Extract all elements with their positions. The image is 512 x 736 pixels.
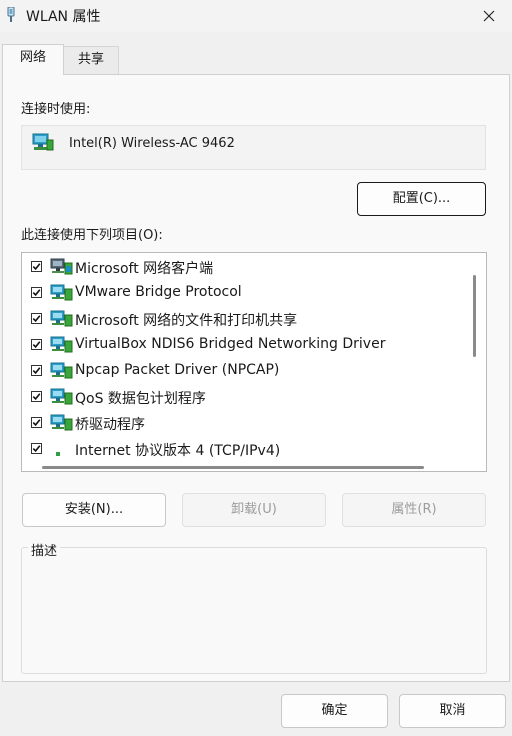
network-service-icon — [50, 309, 74, 329]
adapter-name: Intel(R) Wireless-AC 9462 — [69, 136, 235, 151]
connect-using-label: 连接时使用: — [21, 102, 91, 117]
network-service-icon — [50, 283, 74, 303]
vertical-scrollbar[interactable] — [473, 275, 476, 357]
item-checkbox[interactable] — [31, 339, 42, 350]
item-checkbox[interactable] — [31, 261, 42, 272]
item-label: Internet 协议版本 4 (TCP/IPv4) — [75, 443, 281, 459]
horizontal-scrollbar[interactable] — [42, 466, 424, 469]
network-client-icon — [50, 257, 74, 277]
network-adapter-icon — [32, 133, 54, 151]
network-service-icon — [50, 387, 74, 407]
component-list[interactable]: Microsoft 网络客户端 VMware Bridge Protocol Mic… — [21, 252, 487, 472]
item-label: Microsoft 网络的文件和打印机共享 — [75, 313, 298, 329]
items-label: 此连接使用下列项目(O): — [21, 228, 163, 243]
item-checkbox[interactable] — [31, 391, 42, 402]
list-item[interactable]: Microsoft 网络的文件和打印机共享 — [22, 306, 472, 332]
list-item[interactable]: Internet 协议版本 4 (TCP/IPv4) — [22, 436, 472, 462]
cancel-button[interactable]: 取消 — [399, 694, 506, 728]
network-service-icon — [50, 413, 74, 433]
tab-sharing[interactable]: 共享 — [63, 46, 119, 74]
description-label: 描述 — [28, 540, 61, 559]
list-item[interactable]: Npcap Packet Driver (NPCAP) — [22, 358, 472, 384]
item-checkbox[interactable] — [31, 313, 42, 324]
install-button[interactable]: 安装(N)... — [22, 493, 166, 527]
close-button[interactable] — [466, 0, 512, 32]
list-item[interactable]: Microsoft 网络客户端 — [22, 254, 472, 280]
window-title: WLAN 属性 — [26, 9, 101, 25]
item-checkbox[interactable] — [31, 417, 42, 428]
item-label: VirtualBox NDIS6 Bridged Networking Driv… — [75, 336, 386, 352]
description-group — [21, 547, 487, 674]
item-label: Microsoft 网络客户端 — [75, 261, 214, 277]
item-label: VMware Bridge Protocol — [75, 284, 242, 300]
protocol-icon — [50, 439, 74, 459]
item-label: 桥驱动程序 — [75, 417, 145, 433]
network-service-icon — [50, 335, 74, 355]
list-item[interactable]: VirtualBox NDIS6 Bridged Networking Driv… — [22, 332, 472, 358]
close-icon — [483, 10, 495, 22]
network-adapter-icon — [7, 7, 15, 22]
item-label: QoS 数据包计划程序 — [75, 391, 206, 407]
uninstall-button: 卸载(U) — [182, 493, 326, 527]
ok-button[interactable]: 确定 — [281, 694, 388, 728]
item-label: Npcap Packet Driver (NPCAP) — [75, 362, 280, 378]
list-item[interactable]: 桥驱动程序 — [22, 410, 472, 436]
properties-button: 属性(R) — [342, 493, 486, 527]
list-item[interactable]: QoS 数据包计划程序 — [22, 384, 472, 410]
item-checkbox[interactable] — [31, 287, 42, 298]
network-service-icon — [50, 361, 74, 381]
title-bar: WLAN 属性 — [0, 0, 512, 32]
tab-network[interactable]: 网络 — [2, 44, 64, 75]
configure-button[interactable]: 配置(C)... — [357, 182, 486, 216]
item-checkbox[interactable] — [31, 365, 42, 376]
item-checkbox[interactable] — [31, 443, 42, 454]
list-item[interactable]: VMware Bridge Protocol — [22, 280, 472, 306]
